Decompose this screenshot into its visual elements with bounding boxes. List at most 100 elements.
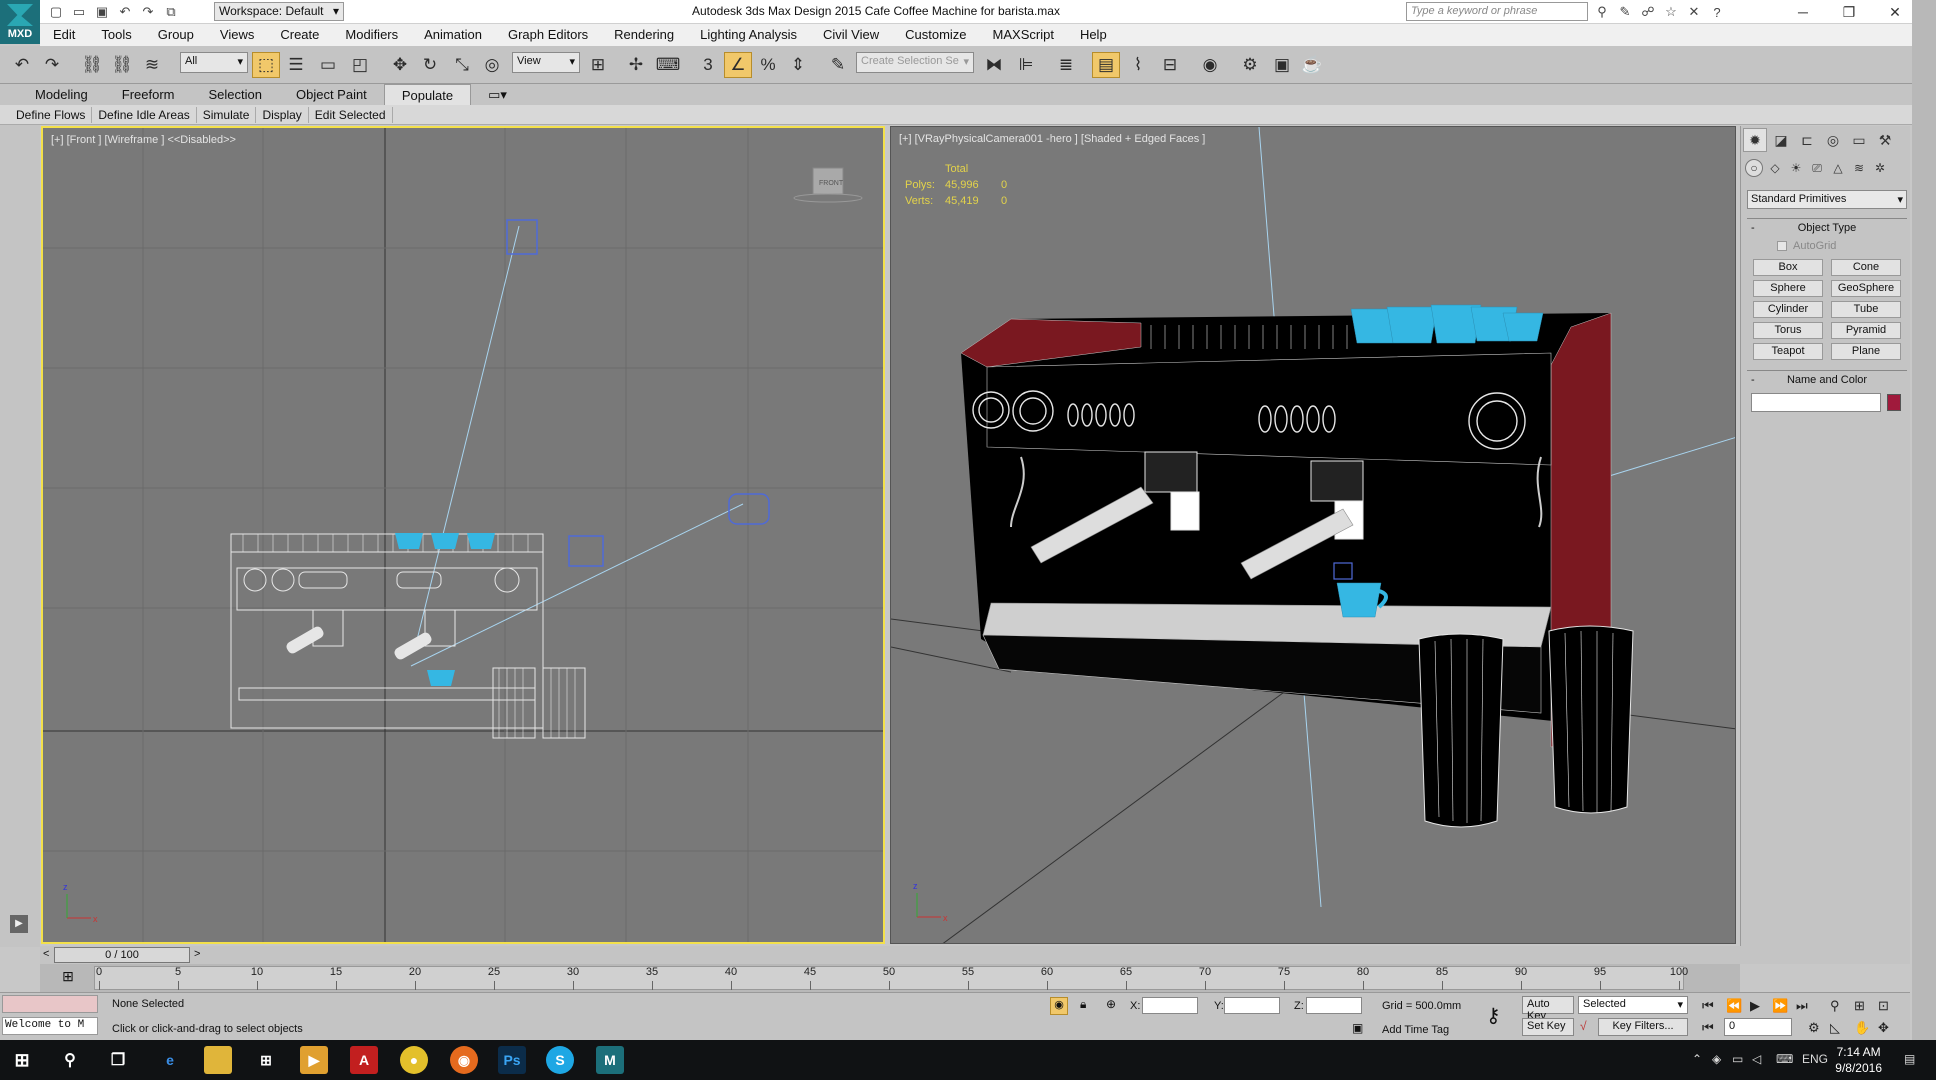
snaps-toggle-icon[interactable]: 3 [694, 52, 722, 78]
media-player-icon[interactable]: ▶ [300, 1046, 328, 1074]
right-scroll-strip[interactable] [1912, 0, 1936, 1040]
window-crossing-icon[interactable]: ◰ [346, 52, 374, 78]
menu-item[interactable]: Modifiers [332, 24, 411, 46]
undo-icon[interactable]: ↶ [8, 52, 36, 78]
hierarchy-tab-icon[interactable]: ⊏ [1795, 128, 1819, 152]
time-slider-next-icon[interactable]: > [194, 948, 200, 960]
ribbon-panel-button[interactable]: Edit Selected [309, 106, 393, 123]
geometry-icon[interactable]: ○ [1745, 159, 1763, 177]
menu-item[interactable]: Lighting Analysis [687, 24, 810, 46]
ribbon-panel-button[interactable]: Display [256, 106, 309, 123]
menu-item[interactable]: Group [145, 24, 207, 46]
ribbon-tab[interactable]: Selection [192, 84, 279, 105]
tray-volume-icon[interactable]: ◁ [1752, 1052, 1761, 1066]
absolute-mode-icon[interactable]: ⊕ [1106, 997, 1116, 1011]
firefox-icon[interactable]: ◉ [450, 1046, 478, 1074]
scale-icon[interactable]: ⤡ [448, 52, 476, 78]
spacewarps-icon[interactable]: ≋ [1850, 159, 1868, 177]
acrobat-icon[interactable]: A [350, 1046, 378, 1074]
minimize-icon[interactable]: ─ [1780, 0, 1826, 24]
place-icon[interactable]: ◎ [478, 52, 506, 78]
next-frame-icon[interactable]: ⏩ [1772, 998, 1788, 1014]
search-icon[interactable]: ⚲ [56, 1046, 84, 1074]
zoom-extents-icon[interactable]: ⊡ [1878, 998, 1889, 1014]
percent-snap-icon[interactable]: % [754, 52, 782, 78]
redo-icon[interactable]: ↷ [138, 3, 158, 21]
ribbon-tab[interactable]: Object Paint [279, 84, 384, 105]
current-frame-input[interactable]: 0 [1724, 1018, 1792, 1036]
tray-keyboard-icon[interactable]: ⌨ [1776, 1052, 1793, 1066]
menu-item[interactable]: Animation [411, 24, 495, 46]
primitive-button[interactable]: Plane [1831, 343, 1901, 360]
menu-item[interactable]: Civil View [810, 24, 892, 46]
go-to-start-icon[interactable]: ⏮ [1702, 998, 1714, 1014]
file-explorer-icon[interactable] [204, 1046, 232, 1074]
clock[interactable]: 7:14 AM 9/8/2016 [1835, 1044, 1882, 1076]
primitive-button[interactable]: Cylinder [1753, 301, 1823, 318]
undo-icon[interactable]: ↶ [115, 3, 135, 21]
modify-tab-icon[interactable]: ◪ [1769, 128, 1793, 152]
3dsmax-taskbar-icon[interactable]: M [596, 1046, 624, 1074]
graphite-ribbon-icon[interactable]: ▤ [1092, 52, 1120, 78]
menu-item[interactable]: Tools [88, 24, 144, 46]
material-editor-icon[interactable]: ◉ [1196, 52, 1224, 78]
tray-chevron-icon[interactable]: ⌃ [1692, 1052, 1702, 1066]
subscription-icon[interactable]: ✎ [1615, 3, 1635, 21]
key-mode-toggle-icon[interactable]: ⏮ [1702, 1020, 1714, 1036]
skype-icon[interactable]: S [546, 1046, 574, 1074]
help-icon[interactable]: ? [1707, 3, 1727, 21]
save-file-icon[interactable]: ▣ [92, 3, 112, 21]
spinner-snap-icon[interactable]: ⇕ [784, 52, 812, 78]
app-logo-button[interactable]: MXD [0, 0, 40, 44]
primitive-category-dropdown[interactable]: Standard Primitives ▾ [1747, 190, 1907, 209]
layer-manager-icon[interactable]: ≣ [1052, 52, 1080, 78]
search-input[interactable]: Type a keyword or phrase [1406, 2, 1588, 21]
name-color-header[interactable]: - Name and Color [1747, 371, 1907, 389]
camera-viewport[interactable]: [+] [VRayPhysicalCamera001 -hero ] [Shad… [890, 126, 1736, 944]
communication-icon[interactable]: ☍ [1638, 3, 1658, 21]
primitive-button[interactable]: GeoSphere [1831, 280, 1901, 297]
key-filters-button[interactable]: Key Filters... [1598, 1018, 1688, 1036]
key-mode-dropdown[interactable]: Selected ▾ [1578, 996, 1688, 1014]
tray-dropbox-icon[interactable]: ◈ [1712, 1052, 1721, 1066]
cameras-icon[interactable]: ⎚ [1808, 159, 1826, 177]
primitive-button[interactable]: Box [1753, 259, 1823, 276]
primitive-button[interactable]: Teapot [1753, 343, 1823, 360]
ribbon-tab[interactable]: Populate [383, 83, 472, 106]
field-of-view-icon[interactable]: ◺ [1830, 1020, 1840, 1036]
time-config-icon[interactable]: ⚙ [1808, 1020, 1820, 1036]
workspace-dropdown[interactable]: Workspace: Default ▾ [214, 2, 344, 21]
new-file-icon[interactable]: ▢ [46, 3, 66, 21]
menu-item[interactable]: Rendering [601, 24, 687, 46]
schematic-view-icon[interactable]: ⊟ [1156, 52, 1184, 78]
mirror-icon[interactable]: ⧓ [980, 52, 1008, 78]
lights-icon[interactable]: ☀ [1787, 159, 1805, 177]
render-setup-icon[interactable]: ⚙ [1236, 52, 1264, 78]
reference-coord-dropdown[interactable]: View ▾ [512, 52, 580, 73]
menu-item[interactable]: Create [267, 24, 332, 46]
ribbon-tab[interactable]: Modeling [18, 84, 105, 105]
front-viewport[interactable]: [+] [Front ] [Wireframe ] <<Disabled>> F… [41, 126, 885, 944]
notifications-icon[interactable]: ▤ [1904, 1052, 1915, 1066]
task-view-icon[interactable]: ❐ [104, 1046, 132, 1074]
display-tab-icon[interactable]: ▭ [1847, 128, 1871, 152]
utilities-tab-icon[interactable]: ⚒ [1873, 128, 1897, 152]
time-tag-icon[interactable]: ▣ [1352, 1021, 1363, 1035]
shapes-icon[interactable]: ◇ [1766, 159, 1784, 177]
primitive-button[interactable]: Sphere [1753, 280, 1823, 297]
edit-named-selection-icon[interactable]: ✎ [824, 52, 852, 78]
object-color-swatch[interactable] [1887, 394, 1901, 411]
menu-item[interactable]: Customize [892, 24, 979, 46]
render-teapot-icon[interactable]: ☕ [1298, 52, 1326, 78]
select-and-link-icon[interactable]: ⛓ [78, 52, 106, 78]
menu-item[interactable]: Graph Editors [495, 24, 601, 46]
z-coord-input[interactable] [1306, 997, 1362, 1014]
previous-frame-icon[interactable]: ⏪ [1726, 998, 1742, 1014]
ribbon-options-icon[interactable]: ▭▾ [471, 84, 524, 105]
pivot-center-icon[interactable]: ⊞ [584, 52, 612, 78]
rectangular-region-icon[interactable]: ▭ [314, 52, 342, 78]
auto-key-button[interactable]: Auto Key [1522, 996, 1574, 1022]
primitive-button[interactable]: Tube [1831, 301, 1901, 318]
go-to-end-icon[interactable]: ⏭ [1796, 998, 1808, 1014]
lock-selection-icon[interactable]: 🔒︎ [1080, 997, 1086, 1012]
